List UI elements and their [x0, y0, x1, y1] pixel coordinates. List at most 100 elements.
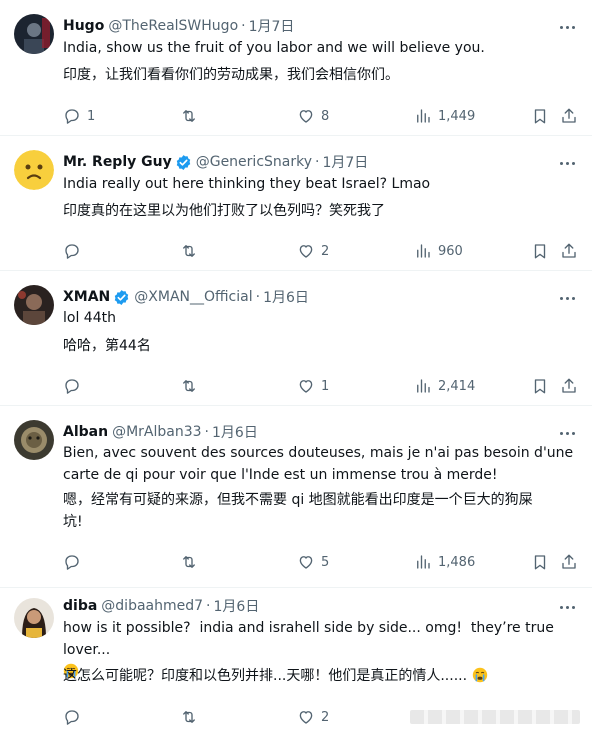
author-name[interactable]: Alban	[63, 424, 108, 440]
reply-button[interactable]: 1	[63, 106, 95, 126]
author-handle[interactable]: @MrAlban33	[112, 424, 201, 440]
tweet-card[interactable]: Mr. Reply Guy @GenericSnarky · 1月7日 Indi…	[0, 136, 592, 271]
avatar[interactable]	[14, 285, 54, 325]
share-icon	[560, 242, 578, 260]
author-name[interactable]: XMAN	[63, 289, 110, 305]
reply-button[interactable]	[63, 241, 87, 261]
bookmark-button[interactable]	[531, 241, 549, 261]
views-button[interactable]: 1,486	[414, 552, 475, 572]
bookmark-button[interactable]	[531, 376, 549, 396]
more-icon[interactable]	[556, 18, 578, 36]
share-button[interactable]	[560, 106, 578, 126]
like-button[interactable]: 2	[297, 241, 329, 261]
heart-icon	[297, 377, 315, 395]
share-button[interactable]	[560, 376, 578, 396]
view-count: 2,414	[438, 378, 476, 394]
tweet-card[interactable]: diba @dibaahmed7 · 1月6日 how is it possib…	[0, 588, 592, 741]
reply-button[interactable]	[63, 552, 87, 572]
views-icon	[414, 553, 432, 571]
tweet-text-translation: 嗯，经常有可疑的来源，但我不需要 qi 地图就能看出印度是一个巨大的狗屎 坑!	[63, 492, 533, 530]
author-name[interactable]: Hugo	[63, 18, 104, 34]
reply-count: 1	[87, 108, 96, 124]
tweet-card[interactable]: Hugo @TheRealSWHugo · 1月7日 India, show u…	[0, 0, 592, 136]
verified-badge-icon	[176, 154, 190, 170]
retweet-button[interactable]	[180, 376, 198, 396]
like-count: 5	[321, 554, 330, 570]
separator-dot: ·	[206, 598, 211, 614]
like-button[interactable]: 8	[297, 106, 329, 126]
views-button[interactable]: 960	[414, 241, 463, 261]
separator-dot: ·	[255, 289, 261, 305]
tweet-date[interactable]: 1月6日	[263, 287, 309, 307]
views-button[interactable]: 2,414	[414, 376, 475, 396]
author-name[interactable]: diba	[63, 598, 97, 614]
bookmark-icon	[531, 107, 549, 125]
views-icon	[414, 107, 432, 125]
more-icon[interactable]	[556, 424, 578, 442]
author-name[interactable]: Mr. Reply Guy	[63, 154, 172, 170]
reply-icon	[63, 708, 81, 726]
bookmark-icon	[531, 553, 549, 571]
view-count: 960	[438, 243, 463, 259]
retweet-icon	[180, 377, 198, 395]
like-count: 1	[321, 378, 330, 394]
heart-icon	[297, 107, 315, 125]
bookmark-icon	[531, 377, 549, 395]
retweet-icon	[180, 553, 198, 571]
tweet-text-original: India really out here thinking they beat…	[63, 176, 431, 192]
retweet-button[interactable]	[180, 241, 198, 261]
tweet-header: Alban @MrAlban33 · 1月6日	[63, 422, 258, 442]
like-count: 8	[321, 108, 330, 124]
tweet-text-original: India, show us the fruit of you labor an…	[63, 40, 485, 56]
author-handle[interactable]: @GenericSnarky	[196, 154, 312, 170]
avatar[interactable]	[14, 420, 54, 460]
retweet-button[interactable]	[180, 552, 198, 572]
heart-icon	[297, 708, 315, 726]
retweet-icon	[180, 242, 198, 260]
more-icon[interactable]	[556, 289, 578, 307]
heart-icon	[297, 553, 315, 571]
tweet-date[interactable]: 1月7日	[249, 16, 295, 36]
like-button[interactable]: 1	[297, 376, 329, 396]
like-button[interactable]: 5	[297, 552, 329, 572]
tweet-card[interactable]: XMAN @XMAN__Official · 1月6日 lol 44th 哈哈，…	[0, 271, 592, 406]
like-count: 2	[321, 709, 330, 725]
verified-badge-icon	[115, 289, 129, 305]
views-icon	[414, 242, 432, 260]
author-handle[interactable]: @XMAN__Official	[134, 289, 252, 305]
share-icon	[560, 107, 578, 125]
tweet-date[interactable]: 1月7日	[322, 152, 368, 172]
like-button[interactable]: 2	[297, 707, 329, 727]
like-count: 2	[321, 243, 330, 259]
reply-button[interactable]	[63, 376, 87, 396]
watermark-bar	[410, 710, 580, 724]
tweet-date[interactable]: 1月6日	[212, 422, 258, 442]
tweet-date[interactable]: 1月6日	[214, 596, 260, 616]
author-handle[interactable]: @dibaahmed7	[101, 598, 203, 614]
tweet-text-translation: 印度，让我们看看你们的劳动成果，我们会相信你们。	[63, 67, 399, 83]
tweet-text-translation: 这怎么可能呢？印度和以色列并排...天哪！他们是真正的情人......	[63, 665, 576, 687]
tweet-card[interactable]: Alban @MrAlban33 · 1月6日 Bien, avec souve…	[0, 406, 592, 588]
more-icon[interactable]	[556, 598, 578, 616]
avatar[interactable]	[14, 14, 54, 54]
bookmark-icon	[531, 242, 549, 260]
tweet-actions: 1 2,414	[63, 376, 583, 396]
avatar[interactable]	[14, 150, 54, 190]
share-button[interactable]	[560, 552, 578, 572]
avatar[interactable]	[14, 598, 54, 638]
tweet-header: XMAN @XMAN__Official · 1月6日	[63, 287, 309, 307]
tweet-text-original: lol 44th	[63, 310, 116, 326]
view-count: 1,449	[438, 108, 476, 124]
views-button[interactable]: 1,449	[414, 106, 475, 126]
bookmark-button[interactable]	[531, 552, 549, 572]
author-handle[interactable]: @TheRealSWHugo	[108, 18, 238, 34]
retweet-button[interactable]	[180, 707, 198, 727]
bookmark-button[interactable]	[531, 106, 549, 126]
reply-button[interactable]	[63, 707, 87, 727]
retweet-button[interactable]	[180, 106, 198, 126]
share-button[interactable]	[560, 241, 578, 261]
tweet-header: Mr. Reply Guy @GenericSnarky · 1月7日	[63, 152, 368, 172]
more-icon[interactable]	[556, 154, 578, 172]
share-icon	[560, 553, 578, 571]
views-icon	[414, 377, 432, 395]
